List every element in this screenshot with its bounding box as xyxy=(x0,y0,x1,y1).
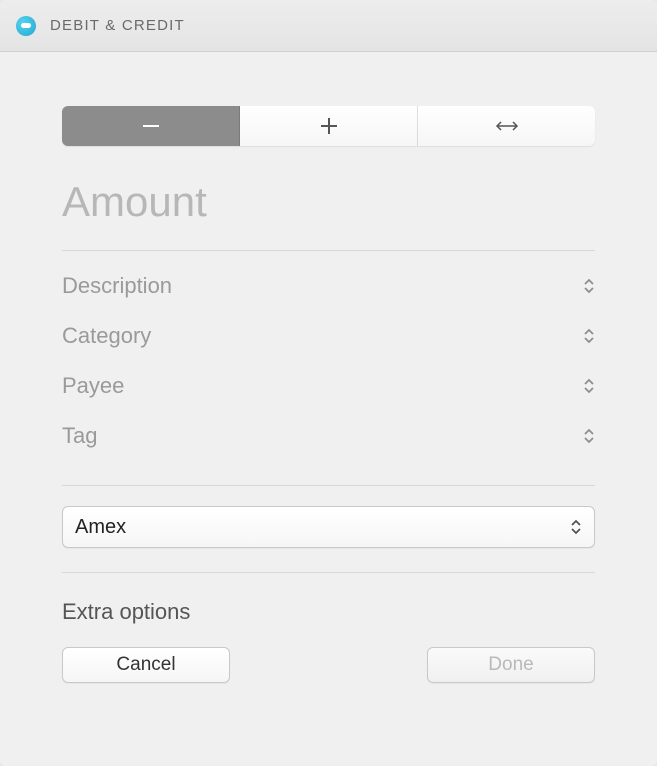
segment-transfer[interactable] xyxy=(418,106,595,146)
transfer-icon xyxy=(494,115,520,137)
payee-label: Payee xyxy=(62,373,124,399)
transaction-type-segmented xyxy=(62,106,595,146)
payee-field[interactable]: Payee xyxy=(62,361,595,411)
form-panel: Description Category xyxy=(22,78,635,713)
description-field[interactable]: Description xyxy=(62,261,595,311)
amount-input[interactable] xyxy=(62,178,595,226)
stepper-icon xyxy=(583,428,595,444)
button-row: Cancel Done xyxy=(62,647,595,683)
cancel-button[interactable]: Cancel xyxy=(62,647,230,683)
stepper-icon xyxy=(583,378,595,394)
account-selected-label: Amex xyxy=(75,516,126,539)
app-icon xyxy=(16,16,36,36)
chevron-updown-icon xyxy=(570,519,582,535)
titlebar: DEBIT & CREDIT xyxy=(0,0,657,52)
divider xyxy=(62,485,595,486)
window-title: DEBIT & CREDIT xyxy=(50,17,185,34)
segment-income[interactable] xyxy=(240,106,418,146)
tag-label: Tag xyxy=(62,423,97,449)
account-select-box[interactable]: Amex xyxy=(62,506,595,548)
tag-field[interactable]: Tag xyxy=(62,411,595,461)
minus-icon xyxy=(140,115,162,137)
description-label: Description xyxy=(62,273,172,299)
divider xyxy=(62,572,595,573)
plus-icon xyxy=(318,115,340,137)
form-rows: Description Category xyxy=(62,261,595,461)
extra-options-label[interactable]: Extra options xyxy=(62,599,595,625)
stepper-icon xyxy=(583,328,595,344)
done-button[interactable]: Done xyxy=(427,647,595,683)
content-area: Description Category xyxy=(0,52,657,766)
category-field[interactable]: Category xyxy=(62,311,595,361)
divider xyxy=(62,250,595,251)
segment-expense[interactable] xyxy=(62,106,240,146)
account-select[interactable]: Amex xyxy=(62,506,595,548)
transaction-window: DEBIT & CREDIT xyxy=(0,0,657,766)
category-label: Category xyxy=(62,323,151,349)
stepper-icon xyxy=(583,278,595,294)
